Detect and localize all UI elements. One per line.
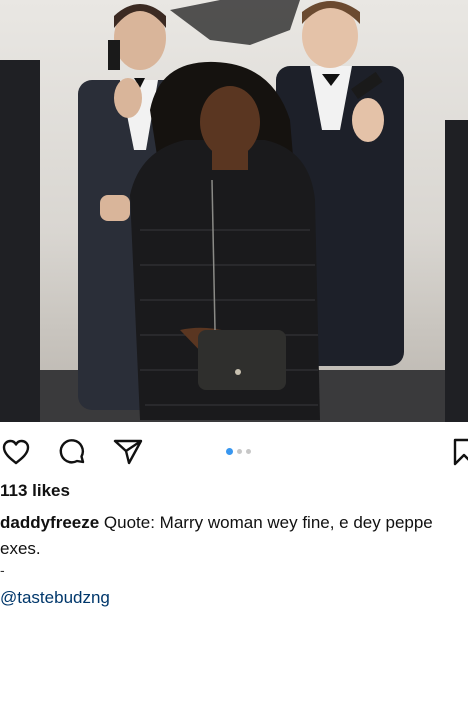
action-bar [0,428,468,476]
caption-username[interactable]: daddyfreeze [0,513,99,532]
caption: daddyfreeze Quote: Marry woman wey fine,… [0,510,468,536]
caption-separator: - [0,562,5,578]
caption-text-line2: exes. [0,539,41,558]
carousel-dot-active [226,447,233,455]
paper-plane-icon[interactable] [112,436,144,468]
heart-icon[interactable] [0,436,32,468]
photo-illustration [0,0,468,422]
caption-text: Quote: Marry woman wey fine, e dey peppe [99,513,433,532]
caption-mention-link[interactable]: @tastebudzng [0,585,110,611]
bookmark-icon[interactable] [448,436,468,468]
instagram-post: 113 likes daddyfreeze Quote: Marry woman… [0,0,468,703]
carousel-dot [237,448,242,454]
carousel-dot [246,448,251,454]
carousel-dots [226,447,251,455]
comment-icon[interactable] [56,436,88,468]
likes-count[interactable]: 113 likes [0,481,70,501]
post-photo[interactable] [0,0,468,422]
